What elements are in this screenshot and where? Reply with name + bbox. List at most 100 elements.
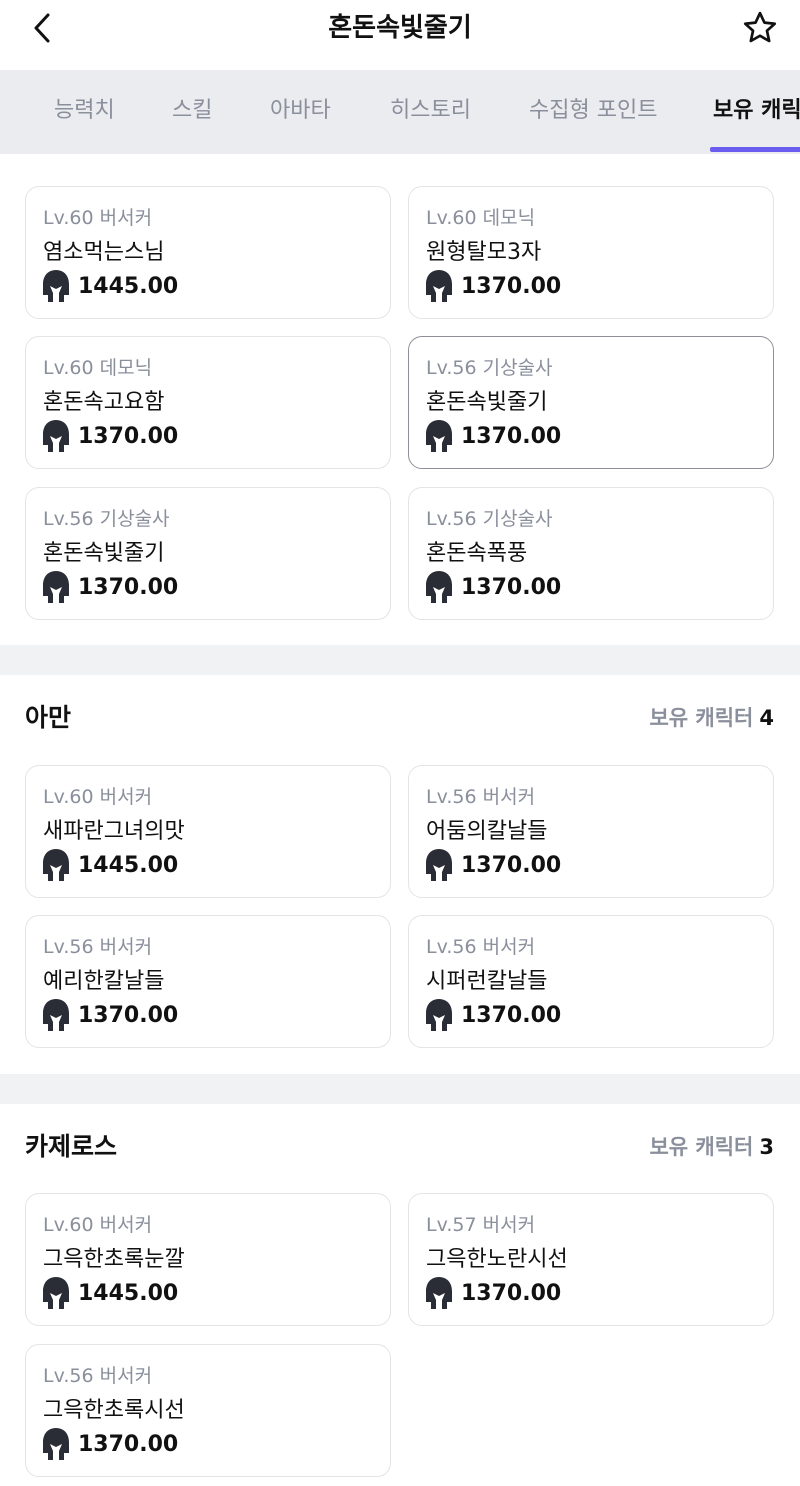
owned-character-number: 4 xyxy=(759,706,774,730)
item-level: 1370.00 xyxy=(425,998,561,1032)
character-level-class: Lv.56 버서커 xyxy=(426,936,536,958)
owned-character-number: 3 xyxy=(759,1135,774,1159)
server-name: 카제로스 xyxy=(25,1132,118,1161)
item-level-value: 1370.00 xyxy=(78,574,179,600)
item-level: 1370.00 xyxy=(42,998,178,1032)
item-level-value: 1445.00 xyxy=(78,852,179,878)
item-level-value: 1370.00 xyxy=(461,852,562,878)
character-name: 그윽한노란시선 xyxy=(426,1247,568,1272)
helmet-icon xyxy=(426,270,452,302)
tab-collectibles[interactable]: 수집형 포인트 xyxy=(529,70,657,154)
item-level-value: 1370.00 xyxy=(461,273,562,299)
character-level-class: Lv.60 데모닉 xyxy=(426,207,536,229)
tab-owned-characters[interactable]: 보유 캐릭 xyxy=(713,70,800,154)
character-level-class: Lv.60 데모닉 xyxy=(43,357,153,379)
character-name: 혼돈속폭풍 xyxy=(426,541,528,566)
section-divider xyxy=(0,1074,800,1104)
helmet-icon xyxy=(426,571,452,603)
character-card[interactable]: Lv.56 버서커 그윽한초록시선 1370.00 xyxy=(25,1344,391,1477)
character-name: 염소먹는스님 xyxy=(43,240,165,265)
character-level-class: Lv.56 기상술사 xyxy=(426,357,553,379)
helmet-icon xyxy=(43,1277,69,1309)
character-card[interactable]: Lv.56 버서커 예리한칼날들 1370.00 xyxy=(25,915,391,1048)
character-level-class: Lv.57 버서커 xyxy=(426,1214,536,1236)
tab-bar: 능력치 스킬 아바타 히스토리 수집형 포인트 보유 캐릭 xyxy=(0,70,800,154)
character-level-class: Lv.56 기상술사 xyxy=(43,508,170,530)
character-level-class: Lv.60 버서커 xyxy=(43,1214,153,1236)
character-level-class: Lv.56 기상술사 xyxy=(426,508,553,530)
tab-history[interactable]: 히스토리 xyxy=(390,70,471,154)
character-card[interactable]: Lv.56 기상술사 혼돈속빛줄기 1370.00 xyxy=(25,487,391,620)
item-level: 1445.00 xyxy=(42,269,178,303)
top-bar: 혼돈속빛줄기 xyxy=(0,0,800,70)
character-level-class: Lv.60 버서커 xyxy=(43,207,153,229)
item-level: 1370.00 xyxy=(42,1427,178,1461)
item-level: 1370.00 xyxy=(425,848,561,882)
character-level-class: Lv.56 버서커 xyxy=(43,936,153,958)
character-name: 원형탈모3자 xyxy=(426,240,542,265)
character-card[interactable]: Lv.60 버서커 염소먹는스님 1445.00 xyxy=(25,186,391,319)
item-level-value: 1370.00 xyxy=(78,1002,179,1028)
owned-character-count: 보유 캐릭터 4 xyxy=(649,698,774,738)
section-divider xyxy=(0,645,800,675)
item-level: 1370.00 xyxy=(425,570,561,604)
item-level: 1445.00 xyxy=(42,848,178,882)
character-name: 혼돈속빛줄기 xyxy=(426,390,548,415)
character-card[interactable]: Lv.56 기상술사 혼돈속폭풍 1370.00 xyxy=(408,487,774,620)
item-level-value: 1370.00 xyxy=(461,574,562,600)
owned-character-label: 보유 캐릭터 xyxy=(649,1135,754,1159)
helmet-icon xyxy=(43,999,69,1031)
item-level: 1370.00 xyxy=(425,1276,561,1310)
helmet-icon xyxy=(43,420,69,452)
item-level-value: 1445.00 xyxy=(78,1280,179,1306)
character-name: 어둠의칼날들 xyxy=(426,819,548,844)
server-name: 아만 xyxy=(25,703,72,732)
character-card[interactable]: Lv.60 버서커 새파란그녀의맛 1445.00 xyxy=(25,765,391,898)
favorite-button[interactable] xyxy=(738,6,782,50)
character-name: 그윽한초록시선 xyxy=(43,1398,185,1423)
owned-character-label: 보유 캐릭터 xyxy=(649,706,754,730)
star-icon xyxy=(743,11,777,43)
helmet-icon xyxy=(43,571,69,603)
character-name: 새파란그녀의맛 xyxy=(43,819,185,844)
item-level: 1370.00 xyxy=(42,570,178,604)
helmet-icon xyxy=(426,849,452,881)
tab-stats[interactable]: 능력치 xyxy=(54,70,115,154)
character-name: 예리한칼날들 xyxy=(43,969,165,994)
helmet-icon xyxy=(426,999,452,1031)
item-level: 1445.00 xyxy=(42,1276,178,1310)
helmet-icon xyxy=(426,1277,452,1309)
character-card-selected[interactable]: Lv.56 기상술사 혼돈속빛줄기 1370.00 xyxy=(408,336,774,469)
page-title: 혼돈속빛줄기 xyxy=(328,13,472,43)
item-level: 1370.00 xyxy=(42,419,178,453)
helmet-icon xyxy=(43,1428,69,1460)
character-card[interactable]: Lv.60 버서커 그윽한초록눈깔 1445.00 xyxy=(25,1193,391,1326)
character-card[interactable]: Lv.57 버서커 그윽한노란시선 1370.00 xyxy=(408,1193,774,1326)
owned-character-count: 보유 캐릭터 3 xyxy=(649,1127,774,1167)
item-level: 1370.00 xyxy=(425,419,561,453)
character-card[interactable]: Lv.56 버서커 어둠의칼날들 1370.00 xyxy=(408,765,774,898)
server-section-header: 아만 보유 캐릭터 4 xyxy=(0,698,800,738)
character-card[interactable]: Lv.56 버서커 시퍼런칼날들 1370.00 xyxy=(408,915,774,1048)
item-level-value: 1370.00 xyxy=(78,423,179,449)
character-name: 시퍼런칼날들 xyxy=(426,969,548,994)
character-name: 그윽한초록눈깔 xyxy=(43,1247,185,1272)
item-level-value: 1370.00 xyxy=(461,423,562,449)
tab-avatar[interactable]: 아바타 xyxy=(270,70,331,154)
character-level-class: Lv.60 버서커 xyxy=(43,786,153,808)
character-name: 혼돈속빛줄기 xyxy=(43,541,165,566)
helmet-icon xyxy=(426,420,452,452)
character-card[interactable]: Lv.60 데모닉 혼돈속고요함 1370.00 xyxy=(25,336,391,469)
character-name: 혼돈속고요함 xyxy=(43,390,165,415)
item-level-value: 1370.00 xyxy=(78,1431,179,1457)
character-level-class: Lv.56 버서커 xyxy=(43,1365,153,1387)
server-section-header: 카제로스 보유 캐릭터 3 xyxy=(0,1127,800,1167)
item-level-value: 1370.00 xyxy=(461,1280,562,1306)
character-card[interactable]: Lv.60 데모닉 원형탈모3자 1370.00 xyxy=(408,186,774,319)
character-level-class: Lv.56 버서커 xyxy=(426,786,536,808)
active-tab-indicator xyxy=(710,147,800,152)
item-level-value: 1445.00 xyxy=(78,273,179,299)
item-level-value: 1370.00 xyxy=(461,1002,562,1028)
item-level: 1370.00 xyxy=(425,269,561,303)
tab-skills[interactable]: 스킬 xyxy=(172,70,212,154)
